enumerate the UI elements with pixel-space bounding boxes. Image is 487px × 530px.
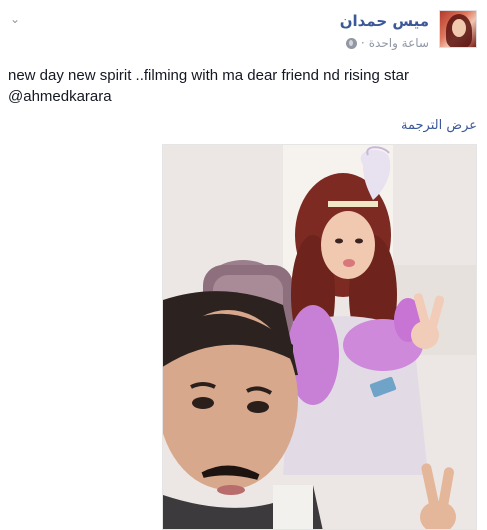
avatar[interactable] — [439, 10, 477, 48]
chevron-down-icon[interactable]: ⌄ — [8, 12, 22, 26]
photo-illustration — [163, 145, 476, 529]
see-translation-link[interactable]: عرض الترجمة — [401, 118, 477, 133]
post-text: new day new spirit ..filming with ma dea… — [8, 67, 410, 105]
post-header: ⌄ ميس حمدان ساعة واحدة · — [10, 10, 477, 56]
post-photo[interactable] — [162, 144, 477, 530]
globe-icon[interactable] — [345, 37, 357, 49]
post-timestamp[interactable]: ساعة واحدة — [369, 36, 429, 50]
post-meta: ساعة واحدة · — [345, 36, 429, 50]
avatar-face — [452, 19, 466, 37]
author-name[interactable]: ميس حمدان — [340, 12, 429, 30]
meta-separator: · — [360, 36, 365, 50]
